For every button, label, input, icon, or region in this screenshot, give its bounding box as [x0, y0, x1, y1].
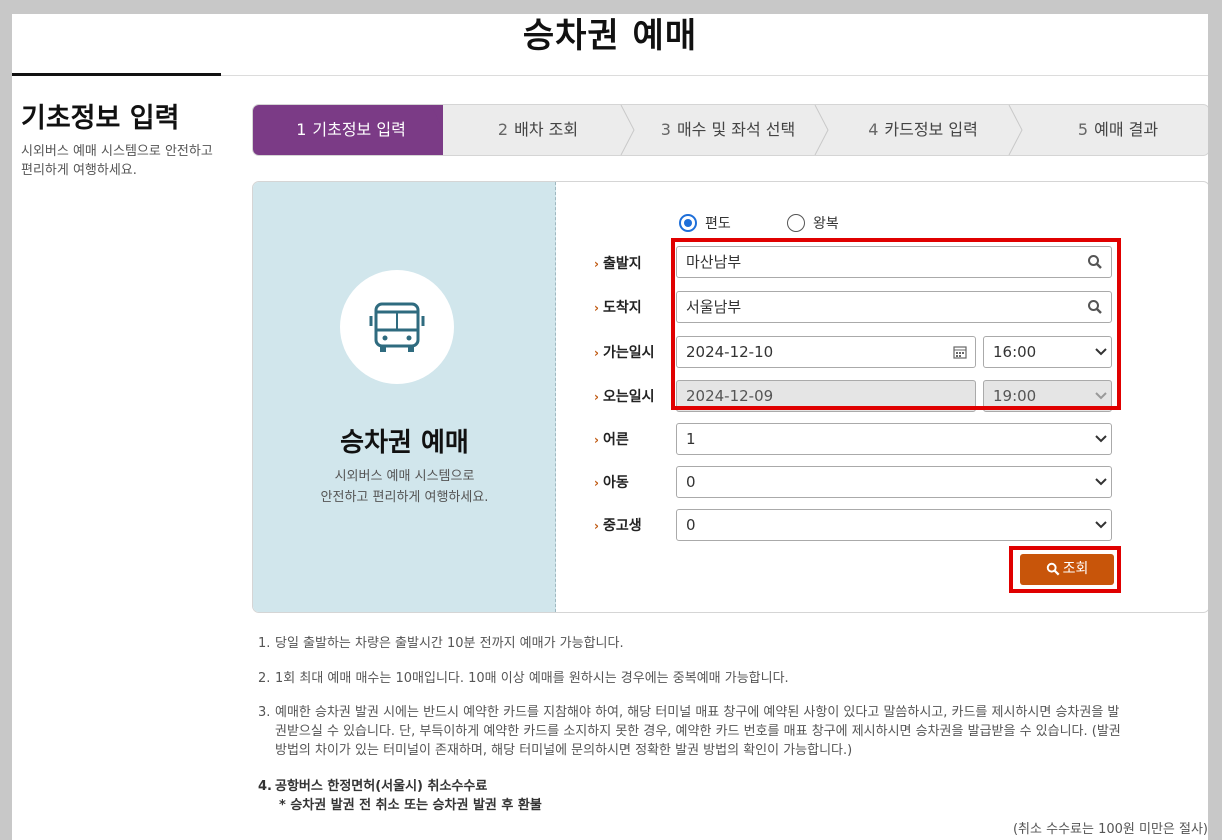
- panel-description: 시외버스 예매 시스템으로 안전하고 편리하게 여행하세요.: [253, 466, 556, 508]
- departure-label-text: 출발지: [602, 256, 642, 272]
- step-3: 3 매수 및 좌석 선택: [638, 105, 818, 155]
- step-number: 3: [660, 120, 671, 139]
- arrow-icon: ›: [594, 301, 599, 315]
- info-panel: 승차권 예매 시외버스 예매 시스템으로 안전하고 편리하게 여행하세요.: [253, 182, 556, 612]
- search-icon: [1046, 562, 1060, 576]
- step-indicator: 1 기초정보 입력 2 배차 조회 3 매수 및 좌석 선택 4 카드정보 입력 5 예매…: [252, 104, 1208, 156]
- go-date-label: › 가는일시: [594, 342, 654, 362]
- student-label-text: 중고생: [602, 518, 642, 534]
- step-label: 매수 및 좌석 선택: [676, 120, 796, 139]
- step-label: 예매 결과: [1094, 120, 1159, 139]
- arrow-icon: ›: [594, 346, 599, 360]
- step-5: 5 예매 결과: [1028, 105, 1208, 155]
- radio-selected-icon: [679, 214, 697, 232]
- notice-number: 2.: [258, 671, 271, 686]
- adult-label: › 어른: [594, 429, 629, 449]
- step-number: 2: [497, 120, 509, 139]
- notice-text-line: 권받으실 수 있습니다. 단, 부득이하게 예약한 카드를 소지하지 못한 경우…: [275, 724, 1121, 739]
- child-label: › 아동: [594, 472, 629, 492]
- arrow-icon: ›: [594, 476, 599, 490]
- step-number: 4: [868, 120, 879, 139]
- student-count-select[interactable]: 0: [676, 509, 1112, 541]
- notice-text: 1회 최대 예매 매수는 10매입니다. 10매 이상 예매를 원하시는 경우에…: [275, 671, 789, 686]
- chevron-down-icon: [1095, 521, 1107, 529]
- radio-label: 왕복: [813, 216, 839, 232]
- go-date-label-text: 가는일시: [602, 345, 655, 361]
- step-label: 기초정보 입력: [312, 120, 406, 139]
- chevron-down-icon: [1095, 478, 1107, 486]
- bus-icon: [369, 302, 425, 352]
- search-button-label: 조회: [1062, 561, 1089, 577]
- notice-text-line: 예매한 승차권 발권 시에는 반드시 예약한 카드를 지참해야 하여, 해당 터…: [275, 705, 1120, 720]
- panel-description-line2: 안전하고 편리하게 여행하세요.: [320, 490, 489, 505]
- notice-text: 예매한 승차권 발권 시에는 반드시 예약한 카드를 지참해야 하여, 해당 터…: [275, 703, 1208, 760]
- notice-text: 당일 출발하는 차량은 출발시간 10분 전까지 예매가 가능합니다.: [275, 636, 624, 651]
- adult-count-value: 1: [686, 430, 696, 448]
- arrow-icon: ›: [594, 433, 599, 447]
- panel-title: 승차권 예매: [340, 428, 469, 458]
- notice-text-line: 방법의 차이가 있는 터미널이 존재하며, 해당 터미널에 문의하시면 정확한 …: [275, 743, 853, 758]
- child-count-select[interactable]: 0: [676, 466, 1112, 498]
- panel-description-line1: 시외버스 예매 시스템으로: [334, 469, 475, 484]
- arrival-label-text: 도착지: [602, 300, 642, 316]
- step-number: 1: [296, 120, 307, 139]
- search-button[interactable]: 조회: [1020, 554, 1114, 585]
- adult-count-select[interactable]: 1: [676, 423, 1112, 455]
- return-date-label: › 오는일시: [594, 386, 654, 406]
- radio-unselected-icon: [787, 214, 805, 232]
- highlight-frame-fields: [671, 238, 1121, 410]
- section-heading: 기초정보 입력: [21, 103, 180, 134]
- reservation-form-box: 승차권 예매 시외버스 예매 시스템으로 안전하고 편리하게 여행하세요. 편도…: [252, 181, 1208, 613]
- section-description: 시외버스 예매 시스템으로 안전하고 편리하게 여행하세요.: [21, 144, 213, 178]
- arrow-icon: ›: [594, 257, 599, 271]
- arrival-label: › 도착지: [594, 297, 642, 317]
- radio-round-trip[interactable]: 왕복: [787, 213, 839, 233]
- arrow-icon: ›: [594, 390, 599, 404]
- arrow-icon: ›: [594, 519, 599, 533]
- notice-number: 3.: [258, 705, 271, 720]
- step-1: 1 기초정보 입력: [271, 105, 431, 155]
- bus-icon-circle: [340, 270, 454, 384]
- notice-text: 공항버스 한정면허(서울시) 취소수수료 * 승차권 발권 전 취소 또는 승차…: [275, 777, 1208, 815]
- step-label: 배차 조회: [514, 120, 579, 139]
- student-label: › 중고생: [594, 515, 642, 535]
- title-underline: [12, 73, 221, 76]
- child-count-value: 0: [686, 473, 696, 491]
- chevron-down-icon: [1095, 435, 1107, 443]
- step-label: 카드정보 입력: [884, 120, 978, 139]
- radio-label: 편도: [705, 216, 731, 232]
- radio-one-way[interactable]: 편도: [679, 213, 731, 233]
- child-label-text: 아동: [602, 475, 629, 491]
- notice-subheading: * 승차권 발권 전 취소 또는 승차권 발권 후 환불: [279, 798, 542, 813]
- student-count-value: 0: [686, 516, 696, 534]
- notice-number: 4.: [258, 779, 272, 794]
- adult-label-text: 어른: [602, 432, 629, 448]
- step-2: 2 배차 조회: [448, 105, 628, 155]
- fee-note: (취소 수수료는 100원 미만은 절사): [1012, 822, 1208, 837]
- step-4: 4 카드정보 입력: [833, 105, 1013, 155]
- page-title: 승차권 예매: [522, 16, 698, 56]
- notice-heading: 공항버스 한정면허(서울시) 취소수수료: [275, 779, 488, 794]
- departure-label: › 출발지: [594, 253, 642, 273]
- notice-number: 1.: [258, 636, 271, 651]
- page: 승차권 예매 기초정보 입력 시외버스 예매 시스템으로 안전하고 편리하게 여…: [12, 14, 1208, 840]
- return-date-label-text: 오는일시: [602, 389, 655, 405]
- step-number: 5: [1077, 120, 1089, 139]
